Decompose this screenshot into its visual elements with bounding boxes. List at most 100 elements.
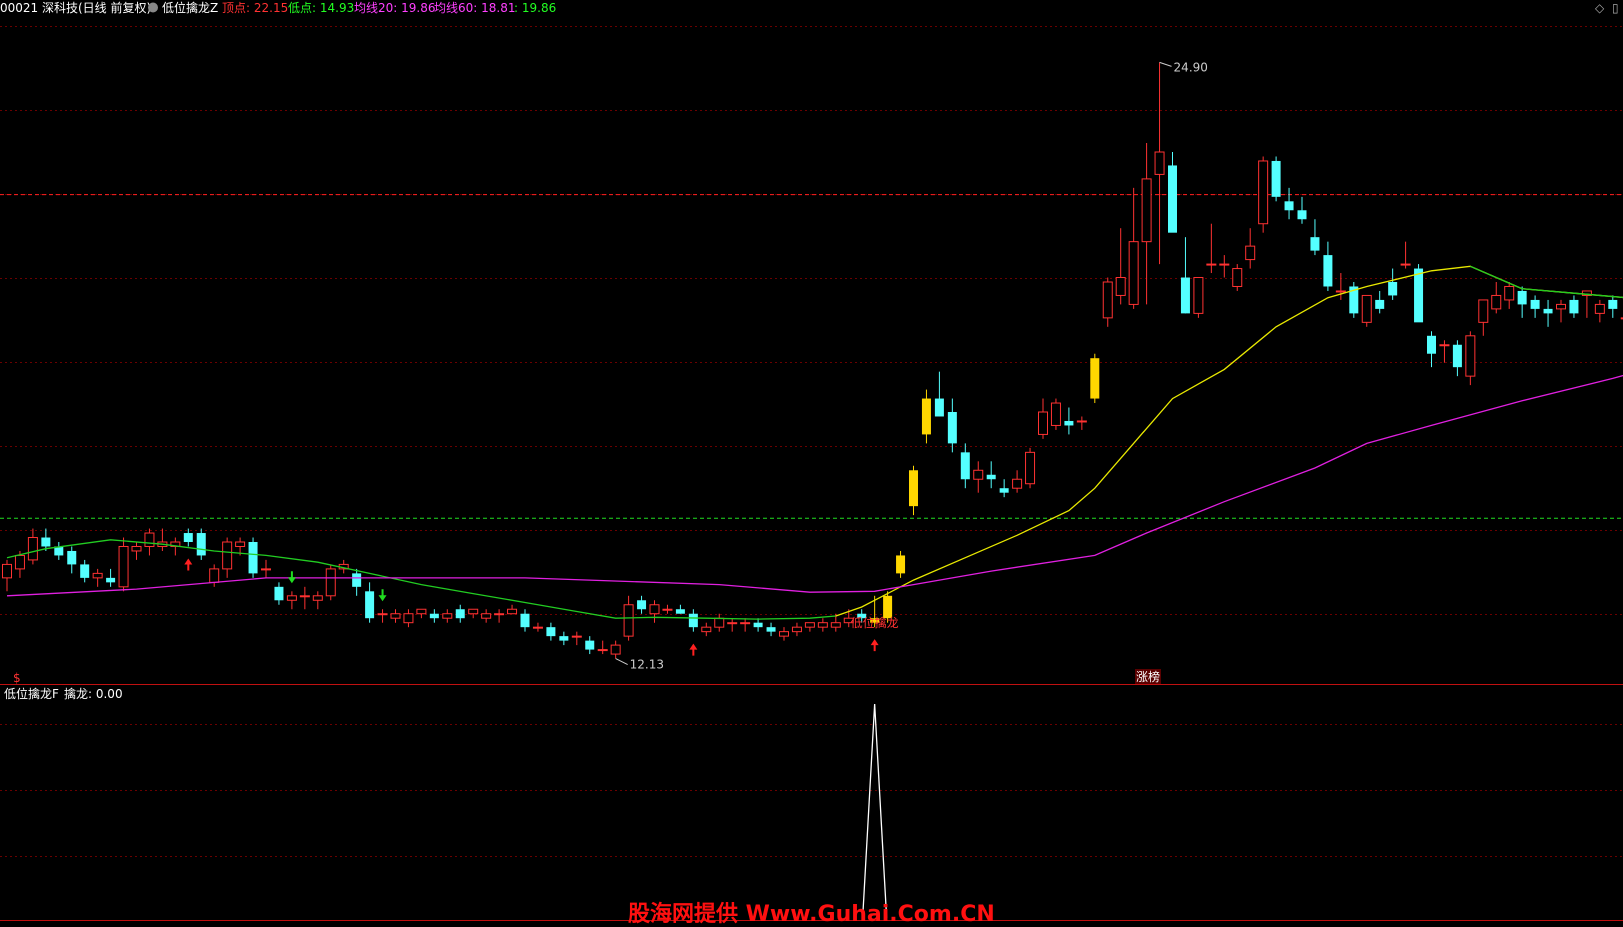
candle-body <box>507 608 518 615</box>
candle-body <box>1465 335 1476 377</box>
candle-body <box>1452 344 1462 368</box>
candle-body <box>701 626 712 633</box>
candle-body <box>312 595 323 601</box>
diamond-icon[interactable]: ◇ <box>1595 1 1605 15</box>
signal-spike <box>862 703 888 919</box>
sub-indicator-name: 低位擒龙F <box>4 686 59 701</box>
candle-body <box>183 533 193 542</box>
candle-body <box>1439 344 1450 347</box>
candle-body <box>1064 420 1074 426</box>
candle-body <box>753 622 763 628</box>
stock-title: 00021 深科技(日线 前复权) <box>0 0 151 15</box>
candle-body <box>1090 358 1100 399</box>
candle-body <box>1245 245 1256 261</box>
indicator-name: 低位擒龙Z <box>162 0 218 15</box>
down-arrow <box>378 589 387 602</box>
candle-body <box>1310 237 1320 251</box>
up-arrow <box>870 639 879 652</box>
candle-body <box>1154 151 1165 175</box>
down-arrow <box>287 571 296 584</box>
candle-body <box>662 608 673 611</box>
candle-body <box>325 568 336 597</box>
signal-label: 低位擒龙 <box>851 615 899 630</box>
candle-body <box>118 545 129 588</box>
candle-body <box>520 613 530 628</box>
candle-body <box>1414 268 1424 323</box>
candle-body <box>1530 299 1540 309</box>
limit-up-label: 涨榜 <box>1136 669 1160 684</box>
candle-body <box>637 600 647 610</box>
candle-body <box>455 609 465 619</box>
candle-body <box>559 636 569 641</box>
signal-arrows <box>184 61 1172 665</box>
candle-body <box>1168 165 1177 233</box>
ma20-value: 均线20: 19.86 <box>354 1 435 15</box>
candle-body <box>1076 420 1087 423</box>
candle-body <box>934 398 944 417</box>
candle-body <box>727 622 738 625</box>
candle-body <box>286 595 297 601</box>
candle-body <box>804 622 815 628</box>
candle-body <box>1180 277 1190 314</box>
candle-body <box>1504 285 1515 301</box>
candle-body <box>909 470 918 507</box>
up-arrow <box>689 643 698 656</box>
candle-body <box>365 591 375 619</box>
candle-body <box>209 568 220 583</box>
candle-body <box>1517 290 1527 305</box>
candle-body <box>1012 478 1023 489</box>
candle-body <box>597 649 608 652</box>
low-value: 低点: 14.93 <box>288 1 354 15</box>
candle-body <box>1219 263 1230 266</box>
candle-body <box>92 572 103 579</box>
candle-body <box>1025 451 1036 485</box>
candle-body <box>416 608 427 615</box>
candle-body <box>1102 281 1113 319</box>
candle-body <box>80 564 90 578</box>
candle-body <box>999 488 1009 493</box>
candle-body <box>481 613 492 619</box>
candle-body <box>571 635 582 638</box>
candle-body <box>1608 299 1618 309</box>
candle-body <box>468 608 479 615</box>
candle-body <box>1206 263 1217 266</box>
candle-body <box>1323 255 1333 287</box>
dropdown-icon[interactable] <box>148 2 158 13</box>
candle-body <box>896 555 906 574</box>
sub-chart <box>862 703 888 919</box>
panel-icon[interactable]: ▯ <box>1612 1 1619 15</box>
candle-body <box>1284 201 1294 211</box>
candle-body <box>1232 268 1243 287</box>
candle-body <box>1258 160 1269 225</box>
candle-body <box>546 627 556 637</box>
candle-body <box>1050 402 1061 426</box>
candle-body <box>1115 277 1126 296</box>
candle-body <box>532 626 543 629</box>
candle-body <box>67 550 77 565</box>
candle-body <box>2 563 12 579</box>
candle-body <box>947 412 957 444</box>
extra-value: : 19.86 <box>514 1 556 15</box>
candle-body <box>235 541 246 547</box>
candle-body <box>688 613 698 628</box>
top-value: 顶点: 22.15 <box>222 1 288 15</box>
stock-chart: 00021 深科技(日线 前复权) 低位擒龙Z 顶点: 22.15 低点: 14… <box>0 0 1623 927</box>
candle-body <box>960 452 970 480</box>
candle-body <box>610 644 621 655</box>
candle-body <box>14 554 25 570</box>
candle-body <box>779 631 789 637</box>
candle-body <box>1271 160 1281 197</box>
candle-body <box>1297 210 1307 220</box>
candle-body <box>248 542 258 574</box>
candle-body <box>740 622 751 625</box>
candle-body <box>1335 290 1346 293</box>
candle-body <box>274 586 284 601</box>
s-marker: $ <box>13 671 21 685</box>
candle-body <box>429 613 439 619</box>
candle-body <box>714 617 725 628</box>
grid-lines <box>0 26 1623 857</box>
candle-body <box>883 595 893 619</box>
candle-body <box>623 604 634 637</box>
ma20-line-green <box>6 539 836 620</box>
candle-body <box>766 627 776 632</box>
